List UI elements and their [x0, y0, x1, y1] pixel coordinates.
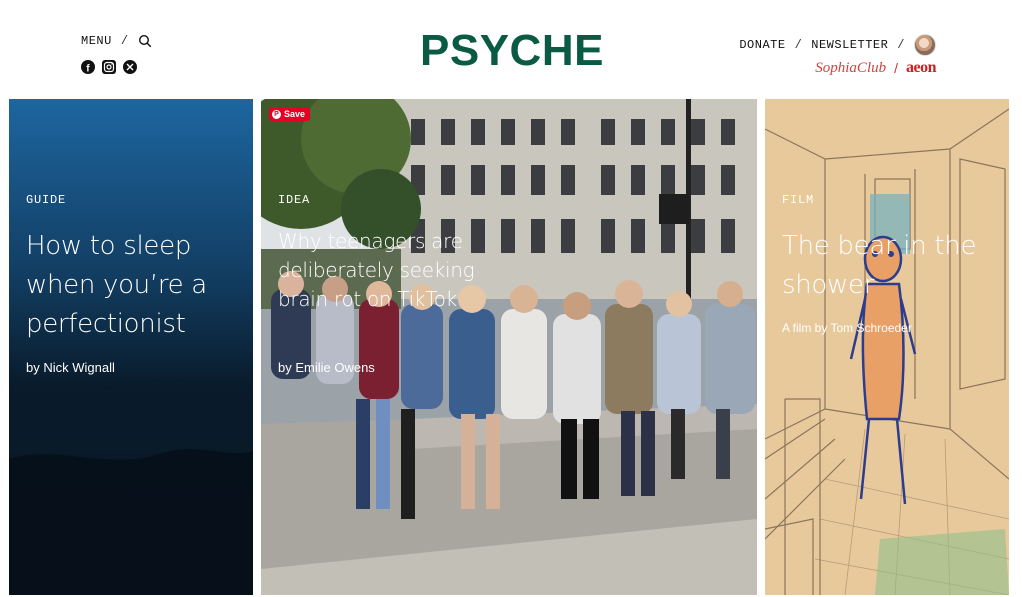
- site-logo[interactable]: PSYCHE: [420, 28, 604, 74]
- aeon-link[interactable]: aeon: [906, 59, 937, 77]
- svg-text:f: f: [86, 64, 90, 75]
- avatar[interactable]: [914, 34, 936, 56]
- card-kicker: GUIDE: [26, 193, 67, 207]
- card-title[interactable]: Why teenagers are deliberately seeking b…: [278, 227, 488, 314]
- header-nav-right: DONATE / NEWSLETTER /: [739, 34, 936, 56]
- card-byline: by Nick Wignall: [26, 360, 115, 375]
- card-title[interactable]: How to sleep when you’re a perfectionist: [26, 227, 241, 344]
- instagram-icon[interactable]: [102, 60, 116, 74]
- card-background-image: [261, 99, 757, 595]
- card-kicker: FILM: [782, 193, 815, 207]
- separator: /: [894, 60, 898, 76]
- facebook-icon[interactable]: f: [81, 60, 95, 74]
- separator: /: [794, 38, 803, 52]
- article-card-guide[interactable]: GUIDE How to sleep when you’re a perfect…: [9, 99, 253, 595]
- search-icon[interactable]: [138, 34, 152, 48]
- menu-link[interactable]: MENU: [81, 34, 112, 48]
- newsletter-link[interactable]: NEWSLETTER: [811, 38, 888, 52]
- card-byline: A film by Tom Schroeder: [782, 321, 912, 335]
- sophiaclub-link[interactable]: SophiaClub: [815, 60, 886, 77]
- header-nav-left: MENU /: [81, 34, 152, 48]
- article-card-idea[interactable]: P Save IDEA Why teenagers are deliberate…: [261, 99, 757, 595]
- card-kicker: IDEA: [278, 193, 311, 207]
- card-background-image: [9, 99, 253, 595]
- social-links: f: [81, 60, 137, 74]
- donate-link[interactable]: DONATE: [739, 38, 785, 52]
- article-card-film[interactable]: FILM The bear in the shower A film by To…: [765, 99, 1009, 595]
- partner-links: SophiaClub / aeon: [815, 59, 936, 77]
- separator: /: [897, 38, 905, 52]
- card-background-image: [765, 99, 1009, 595]
- x-icon[interactable]: [123, 60, 137, 74]
- card-title[interactable]: The bear in the shower: [782, 227, 982, 305]
- save-label: Save: [284, 109, 306, 119]
- separator: /: [120, 34, 129, 48]
- card-byline: by Emilie Owens: [278, 360, 375, 375]
- pinterest-icon: P: [272, 109, 281, 119]
- pinterest-save-button[interactable]: P Save: [269, 107, 311, 121]
